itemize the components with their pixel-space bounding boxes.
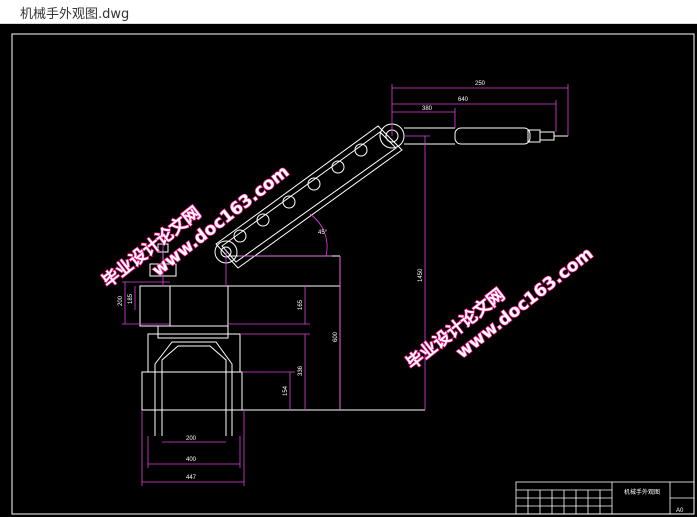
dim-top-overall: 250 (475, 81, 486, 87)
dim-left-a: 200 (118, 295, 124, 306)
dim-bottom-outer: 447 (186, 475, 197, 481)
dim-bottom-inner: 200 (186, 436, 197, 442)
dim-vertical-mid: 600 (333, 331, 339, 342)
dim-vertical-base: 154 (283, 385, 289, 396)
dim-bottom-mid: 400 (186, 457, 197, 463)
dim-vertical-right: 1450 (418, 268, 424, 282)
base-structure (139, 243, 425, 436)
watermark-2: 毕业设计论文网 www.doc163.com (401, 243, 597, 374)
title-block-sheet: A0 (676, 508, 684, 514)
drawing-canvas[interactable]: 250 640 380 1450 600 336 154 165 200 185… (0, 24, 697, 517)
title-block (515, 481, 695, 515)
dim-left-b: 185 (128, 293, 134, 304)
dim-angle: 45° (318, 230, 328, 236)
title-block-name: 机械手外观图 (624, 488, 660, 496)
dim-top-mid: 640 (458, 97, 469, 103)
cad-drawing: 250 640 380 1450 600 336 154 165 200 185… (11, 33, 695, 515)
watermark-1: 毕业设计论文网 www.doc163.com (97, 161, 293, 292)
dim-vertical-col: 336 (298, 365, 304, 376)
window-titlebar: 机械手外观图.dwg (0, 0, 697, 24)
dim-vertical-arm: 165 (298, 299, 304, 310)
window-title: 机械手外观图.dwg (20, 7, 130, 22)
dim-top-short: 380 (422, 106, 433, 112)
